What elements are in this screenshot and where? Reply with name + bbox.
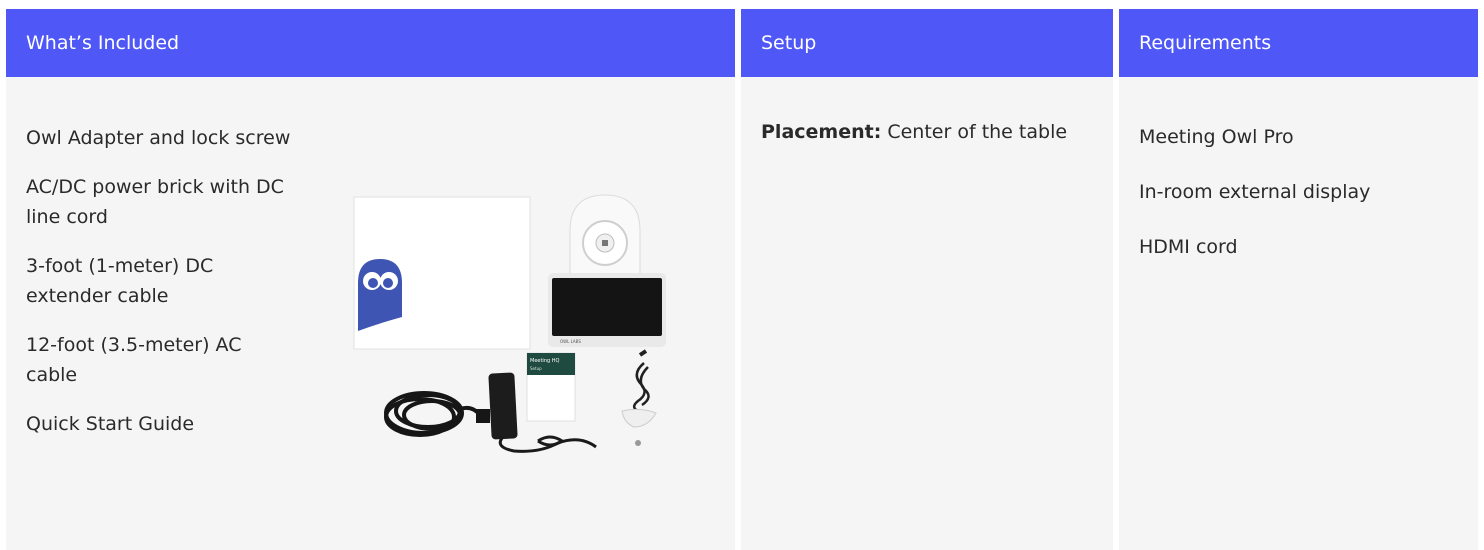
setup-header: Setup (741, 9, 1113, 77)
whats-included-column: What’s Included Owl Adapter and lock scr… (6, 9, 735, 550)
lock-screw (621, 408, 657, 446)
requirements-list: Meeting Owl Pro In-room external display… (1119, 77, 1478, 307)
list-item: In-room external display (1139, 181, 1371, 203)
requirements-header: Requirements (1119, 9, 1478, 77)
whats-included-list: Owl Adapter and lock screw AC/DC power b… (6, 77, 316, 478)
product-contents-image: OWL LABS Meeting HQ Setup (353, 194, 666, 453)
svg-text:Setup: Setup (530, 366, 542, 371)
ac-cable-coil (384, 391, 490, 437)
placement-value: Center of the table (881, 121, 1068, 143)
list-item: Quick Start Guide (26, 413, 195, 435)
list-item: 3-foot (1-meter) DC extender cable (26, 255, 214, 307)
list-item: AC/DC power brick with DC line cord (26, 176, 284, 228)
whats-included-header: What’s Included (6, 9, 735, 77)
setup-column: Setup Placement: Center of the table (741, 9, 1113, 550)
device-display: OWL LABS (548, 273, 666, 347)
svg-text:OWL LABS: OWL LABS (560, 339, 581, 344)
quick-start-guide: Meeting HQ Setup (526, 352, 576, 422)
list-item: Meeting Owl Pro (1139, 126, 1294, 148)
placement-label: Placement: (761, 121, 882, 143)
list-item: 12-foot (3.5-meter) AC cable (26, 334, 242, 386)
list-item: HDMI cord (1139, 236, 1238, 258)
svg-text:Meeting HQ: Meeting HQ (530, 358, 560, 364)
setup-body: Placement: Center of the table (741, 77, 1113, 186)
placement-text: Placement: Center of the table (761, 117, 1093, 147)
requirements-column: Requirements Meeting Owl Pro In-room ext… (1119, 9, 1478, 550)
list-item: Owl Adapter and lock screw (26, 127, 291, 149)
dc-extender-cable (632, 349, 652, 421)
